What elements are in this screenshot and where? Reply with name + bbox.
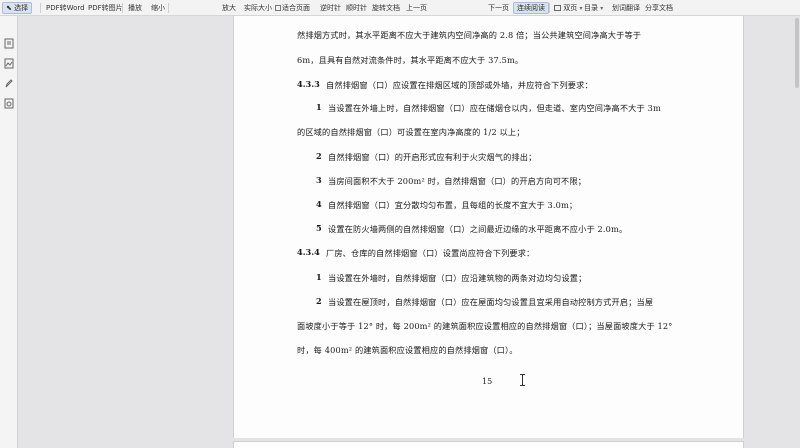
zoom-out-button[interactable]: 缩小 (151, 2, 165, 14)
prev-page-button[interactable]: 上一页 (406, 2, 427, 14)
vertical-scrollbar[interactable] (795, 18, 799, 88)
next-document-page[interactable] (233, 441, 744, 448)
dual-page-button[interactable]: 双页 ▾ (554, 2, 582, 14)
thumbnail-icon[interactable] (4, 38, 14, 49)
image-icon[interactable] (4, 58, 14, 69)
section-heading: 自然排烟窗（口）应设置在排烟区域的顶部或外墙，并应符合下列要求： (326, 80, 593, 90)
rotate-ccw-button[interactable]: 逆时针 (320, 2, 341, 14)
text-line (296, 15, 299, 25)
next-page-button[interactable]: 下一页 (488, 2, 509, 14)
section-number: 4.3.4 (297, 247, 320, 257)
attachment-icon[interactable] (4, 98, 14, 109)
item-number: 2 (316, 151, 322, 161)
section-heading: 厂房、仓库的自然排烟窗（口）设置尚应符合下列要求： (326, 248, 535, 258)
zoom-in-button[interactable]: 放大 (222, 2, 236, 14)
select-tool-button[interactable]: ⬉ 选择 (2, 2, 33, 14)
toolbar: ⬉ 选择 PDF转Word PDF转图片 播放 缩小 放大 实际大小 适合页面 … (0, 0, 800, 16)
text-line: 时，每 400m² 的建筑面积应设置相应的自然排烟窗（口）。 (297, 345, 518, 355)
text-line: 6m，且具有自然对流条件时，其水平距离不应大于 37.5m。 (297, 55, 524, 65)
text-line: 设置在防火墙两侧的自然排烟窗（口）之间最近边缘的水平距离不应小于 2.0m。 (328, 224, 628, 234)
separator (549, 3, 550, 13)
document-page[interactable]: 然排烟方式时，其水平距离不应大于建筑内空间净高的 2.8 倍；当公共建筑空间净高… (233, 16, 744, 438)
fit-page-button[interactable]: 适合页面 (275, 2, 310, 14)
pdf-to-word-button[interactable]: PDF转Word (46, 2, 85, 14)
rotate-document-button[interactable]: 旋转文档 (372, 2, 400, 14)
pdf-to-image-button[interactable]: PDF转图片 (88, 2, 123, 14)
item-number: 3 (316, 175, 322, 185)
play-button[interactable]: 播放 (128, 2, 142, 14)
text-line: 然排烟方式时，其水平距离不应大于建筑内空间净高的 2.8 倍；当公共建筑空间净高… (297, 30, 642, 40)
page-number: 15 (482, 377, 493, 386)
item-number: 5 (316, 223, 322, 233)
checkbox-icon (275, 5, 281, 11)
text-line: 当设置在外墙时，自然排烟窗（口）应沿建筑物的两条对边均匀设置； (328, 273, 587, 283)
cursor-icon: ⬉ (6, 4, 12, 12)
text-line: 自然排烟窗（口）宜分散均匀布置，且每组的长度不宜大于 3.0m； (328, 200, 578, 210)
separator (122, 3, 123, 13)
chevron-down-icon: ▾ (600, 5, 604, 12)
share-document-button[interactable]: 分享文档 (645, 2, 673, 14)
item-number: 4 (316, 199, 322, 209)
text-line: 当设置在外墙上时，自然排烟窗（口）应在储烟仓以内，但走道、室内空间净高不大于 3… (328, 103, 661, 113)
separator (40, 3, 41, 13)
text-line: 自然排烟窗（口）的开启形式应有利于火灾烟气的排出； (328, 152, 537, 162)
left-sidebar (0, 16, 18, 448)
item-number: 1 (316, 102, 322, 112)
pen-icon[interactable] (4, 78, 14, 89)
text-line: 当房间面积不大于 200m² 时，自然排烟窗（口）的开启方向可不限； (328, 176, 587, 186)
text-line: 当设置在屋顶时，自然排烟窗（口）应在屋面均匀设置且宜采用自动控制方式开启；当屋 (328, 297, 654, 307)
text-line: 的区域的自然排烟窗（口）可设置在室内净高度的 1/2 以上； (297, 127, 525, 137)
rotate-cw-button[interactable]: 顺时针 (346, 2, 367, 14)
chevron-down-icon: ▾ (579, 5, 583, 12)
translate-button[interactable]: 划词翻译 (612, 2, 640, 14)
continuous-read-button[interactable]: 连续阅读 (513, 2, 549, 14)
separator (168, 3, 169, 13)
dual-page-icon (554, 5, 561, 11)
section-number: 4.3.3 (297, 79, 320, 89)
text-line: 面坡度小于等于 12° 时，每 200m² 的建筑面积应设置相应的自然排烟窗（口… (297, 321, 673, 331)
toc-button[interactable]: 目录 ▾ (584, 2, 603, 14)
text-cursor-icon (520, 374, 525, 386)
item-number: 1 (316, 272, 322, 282)
item-number: 2 (316, 296, 322, 306)
actual-size-button[interactable]: 实际大小 (244, 2, 272, 14)
